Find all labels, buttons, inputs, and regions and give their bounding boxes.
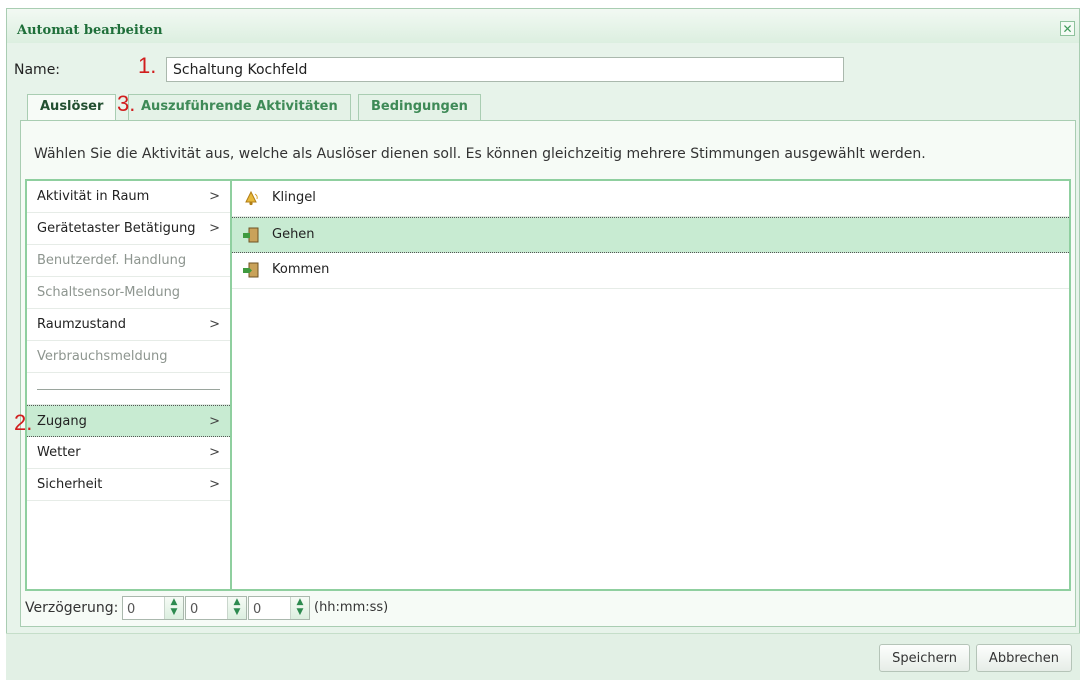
category-label: Gerätetaster Betätigung [37,221,196,236]
dialog-footer: Speichern Abbrechen [6,633,1080,680]
category-label: Zugang [37,414,87,429]
save-button[interactable]: Speichern [879,644,970,672]
cancel-button[interactable]: Abbrechen [975,644,1072,672]
event-label: Klingel [272,190,316,205]
instructions-text: Wählen Sie die Aktivität aus, welche als… [34,146,926,162]
spinner-arrows-icon[interactable]: ▲ ▼ [227,597,246,619]
category-label: Schaltsensor-Meldung [37,285,181,300]
event-label: Gehen [272,227,315,242]
event-list: Klingel Gehen Kommen [231,179,1071,591]
tab-bedingungen[interactable]: Bedingungen [358,94,481,120]
chevron-right-icon: > [209,414,220,429]
category-item-wetter[interactable]: Wetter > [27,437,230,469]
spinner-arrows-icon[interactable]: ▲ ▼ [164,597,183,619]
list-separator [27,373,230,405]
chevron-right-icon: > [209,445,220,460]
delay-format-hint: (hh:mm:ss) [314,600,389,615]
annotation-marker-3: 3. [117,91,136,116]
category-label: Wetter [37,445,81,460]
category-item-aktivitaet-in-raum[interactable]: Aktivität in Raum > [27,181,230,213]
trigger-panel: Wählen Sie die Aktivität aus, welche als… [20,120,1076,627]
dialog-title: Automat bearbeiten [17,23,163,38]
delay-minutes-input[interactable] [186,597,232,621]
category-list: Aktivität in Raum > Gerätetaster Betätig… [25,179,231,591]
delay-minutes-stepper[interactable]: ▲▼ [185,596,247,621]
event-item-gehen[interactable]: Gehen [232,217,1069,253]
category-label: Verbrauchsmeldung [37,349,168,364]
close-icon[interactable]: ✕ [1060,21,1075,36]
event-label: Kommen [272,262,330,277]
chevron-right-icon: > [209,221,220,236]
delay-hours-stepper[interactable]: ▲▼ [122,596,184,621]
category-item-schaltsensor-meldung: Schaltsensor-Meldung [27,277,230,309]
category-label: Aktivität in Raum [37,189,150,204]
spinner-arrows-icon[interactable]: ▲ ▼ [290,597,309,619]
category-label: Sicherheit [37,477,103,492]
delay-hours-input[interactable] [123,597,169,621]
door-enter-icon [243,262,259,278]
delay-label: Verzögerung: [25,600,119,616]
category-item-verbrauchsmeldung: Verbrauchsmeldung [27,341,230,373]
bell-icon [245,190,258,206]
delay-seconds-stepper[interactable]: ▲▼ [248,596,310,621]
annotation-marker-2: 2. [14,410,33,435]
delay-row: Verzögerung: ▲▼ ▲▼ ▲▼ (hh:mm:ss) [25,596,730,621]
chevron-right-icon: > [209,317,220,332]
chevron-right-icon: > [209,477,220,492]
category-label: Benutzerdef. Handlung [37,253,187,268]
tab-ausloeser[interactable]: Auslöser [27,94,117,122]
delay-seconds-input[interactable] [249,597,295,621]
tab-auszufuehrende-aktivitaeten[interactable]: Auszuführende Aktivitäten [128,94,351,120]
category-item-benutzerdef-handlung: Benutzerdef. Handlung [27,245,230,277]
event-item-klingel[interactable]: Klingel [232,181,1069,217]
annotation-marker-1: 1. [138,53,157,78]
chevron-right-icon: > [209,189,220,204]
name-label: Name: [14,62,61,78]
dialog-titlebar: Automat bearbeiten ✕ [7,9,1079,43]
category-item-sicherheit[interactable]: Sicherheit > [27,469,230,501]
name-input[interactable] [166,57,844,82]
category-item-zugang[interactable]: Zugang > [27,405,230,437]
category-item-raumzustand[interactable]: Raumzustand > [27,309,230,341]
door-exit-icon [243,227,259,243]
category-label: Raumzustand [37,317,127,332]
event-item-kommen[interactable]: Kommen [232,253,1069,289]
category-item-geraetetaster-betaetigung[interactable]: Gerätetaster Betätigung > [27,213,230,245]
